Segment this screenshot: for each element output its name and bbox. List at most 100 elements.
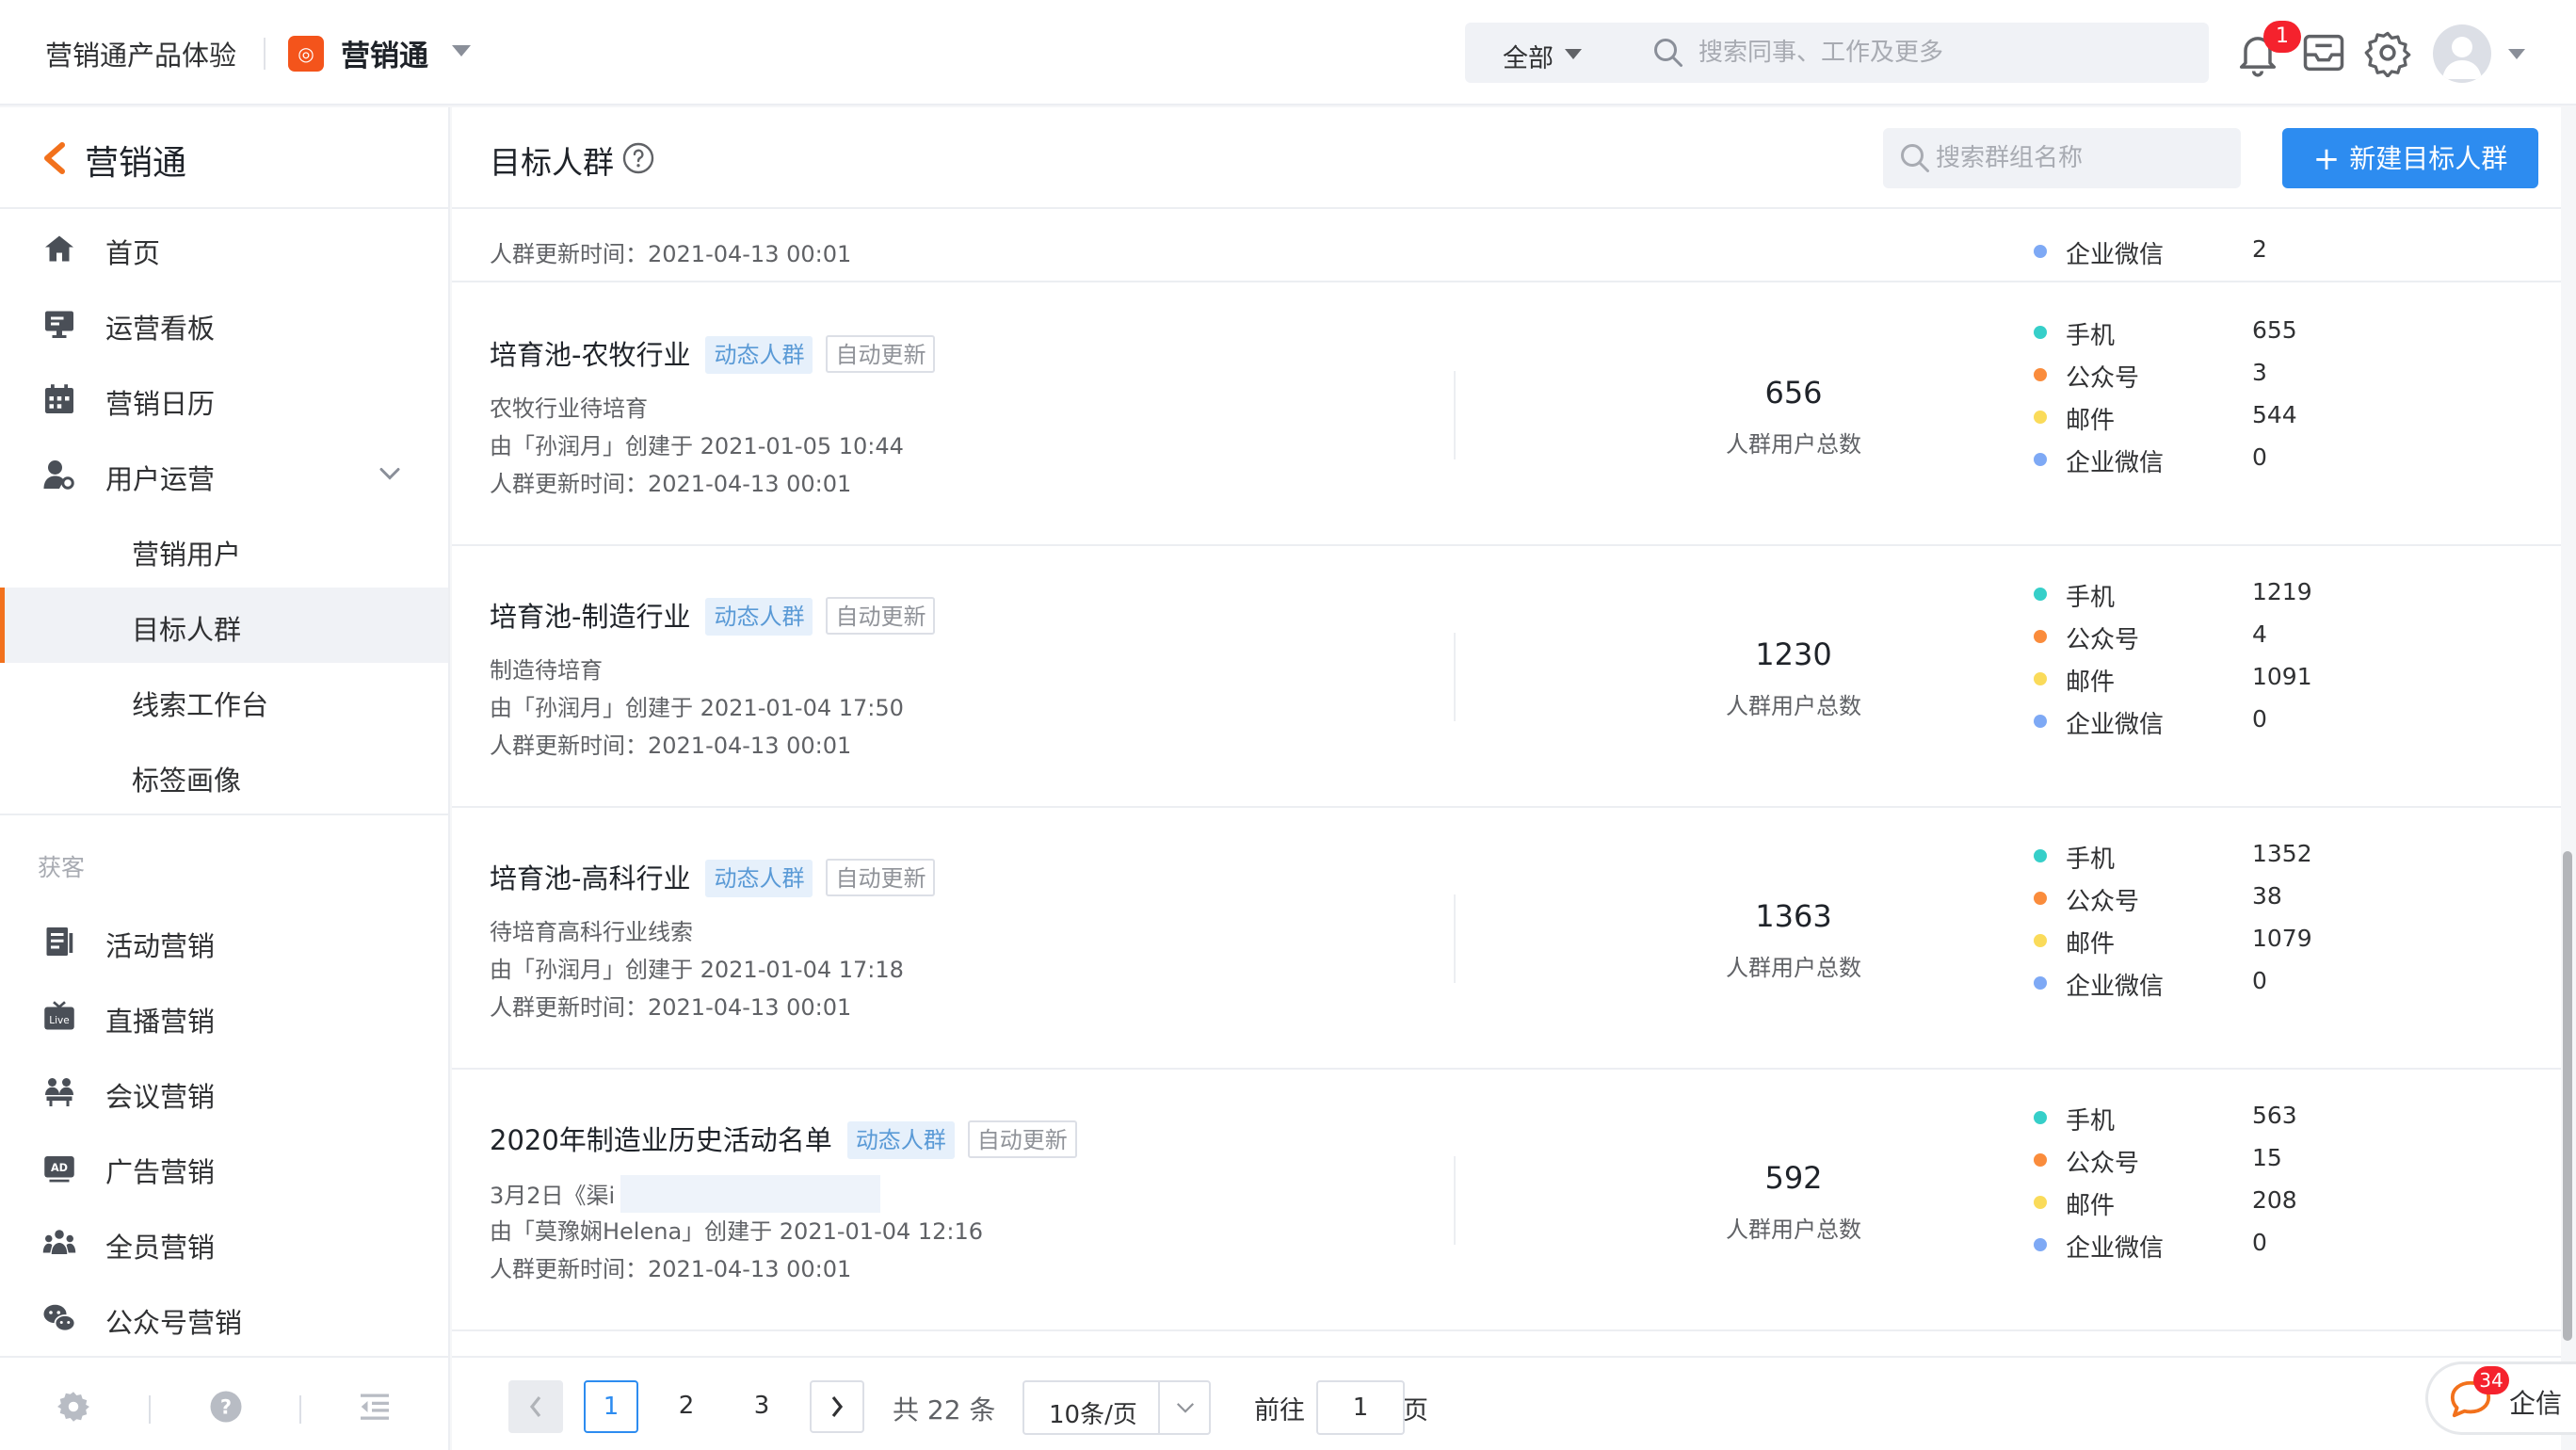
- group-name[interactable]: 2020年制造业历史活动名单 动态人群 自动更新: [490, 1119, 1077, 1159]
- scope-caret-icon[interactable]: [1565, 49, 1582, 59]
- channel-row-phone: 手机 1352: [2034, 838, 2467, 874]
- chevron-down-icon[interactable]: [378, 465, 401, 482]
- group-name[interactable]: 培育池-制造行业 动态人群 自动更新: [490, 595, 936, 636]
- svg-text:Live: Live: [49, 1015, 69, 1026]
- target-group-card[interactable]: 培育池-制造行业 动态人群 自动更新 制造待培育 由「孙润月」创建于 2021-01…: [452, 546, 2561, 808]
- channel-row-email: 邮件 544: [2034, 399, 2467, 435]
- prev-page-button[interactable]: [508, 1380, 563, 1433]
- group-name[interactable]: 培育池-农牧行业 动态人群 自动更新: [490, 333, 936, 374]
- svg-text:?: ?: [220, 1396, 232, 1419]
- page-1-button[interactable]: 1: [584, 1380, 638, 1433]
- sidebar-item-user-ops[interactable]: 用户运营: [0, 437, 448, 512]
- channel-row-email: 邮件 1079: [2034, 923, 2467, 959]
- channel-value: 655: [2252, 316, 2297, 344]
- group-name-text: 培育池-制造行业: [490, 601, 691, 633]
- channel-dot: [2034, 849, 2047, 862]
- dynamic-group-tag: 动态人群: [846, 1121, 955, 1159]
- sidebar-item-wechat[interactable]: 公众号营销: [0, 1281, 448, 1356]
- sidebar-item-activity[interactable]: 活动营销: [0, 904, 448, 979]
- help-circle-icon[interactable]: ?: [209, 1390, 243, 1424]
- group-name[interactable]: 培育池-高科行业 动态人群 自动更新: [490, 857, 936, 897]
- sidebar-item-label: 用户运营: [105, 463, 216, 495]
- sidebar-item-target-groups[interactable]: 目标人群: [0, 588, 448, 663]
- sidebar-header: 营销通: [0, 107, 448, 209]
- channel-row-wecom: 企业微信 0: [2034, 965, 2467, 1001]
- inbox-icon[interactable]: [2299, 28, 2348, 77]
- dynamic-group-tag: 动态人群: [705, 860, 813, 897]
- sidebar-item-marketing-users[interactable]: 营销用户: [0, 512, 448, 588]
- sidebar-item-label: 广告营销: [105, 1156, 216, 1188]
- auto-update-tag: 自动更新: [967, 1120, 1077, 1158]
- channel-value: 563: [2252, 1102, 2297, 1129]
- user-ops-icon: [43, 460, 74, 490]
- sidebar-item-ad[interactable]: AD 广告营销: [0, 1130, 448, 1205]
- qixin-chat-button[interactable]: 34 企信: [2425, 1361, 2576, 1435]
- goto-page-input[interactable]: [1316, 1380, 1405, 1435]
- channel-row-email: 邮件 1091: [2034, 661, 2467, 697]
- channel-label: 手机: [2066, 1107, 2116, 1136]
- group-name-text: 培育池-高科行业: [490, 862, 691, 894]
- sidebar-item-label: 标签画像: [132, 765, 242, 797]
- group-total-label: 人群用户总数: [1726, 693, 1861, 719]
- sidebar-item-calendar[interactable]: 营销日历: [0, 362, 448, 437]
- page-suffix: 页: [1403, 1396, 1428, 1426]
- sidebar-item-dashboard[interactable]: 运营看板: [0, 286, 448, 362]
- channel-value: 38: [2252, 882, 2282, 910]
- calendar-icon: [45, 384, 73, 413]
- sidebar-item-lead-workbench[interactable]: 线索工作台: [0, 663, 448, 738]
- avatar[interactable]: [2433, 24, 2491, 83]
- app-logo-icon[interactable]: ◎: [288, 36, 324, 72]
- page-size-select[interactable]: 10条/页: [1022, 1380, 1211, 1435]
- channel-dot: [2034, 453, 2047, 466]
- group-total-count: 1230: [1755, 636, 1832, 672]
- settings-icon[interactable]: [56, 1390, 90, 1424]
- group-description-text: 3月2日《渠i: [490, 1183, 616, 1209]
- auto-update-tag: 自动更新: [826, 859, 936, 896]
- chevron-right-icon: [831, 1396, 844, 1417]
- channel-label: 公众号: [2066, 364, 2140, 393]
- new-target-group-button[interactable]: + 新建目标人群: [2282, 128, 2538, 188]
- qixin-label: 企信: [2509, 1388, 2563, 1419]
- group-description: 农牧行业待培育: [490, 395, 648, 422]
- notification-badge: 1: [2263, 21, 2301, 53]
- sidebar-item-label: 目标人群: [132, 614, 242, 646]
- target-group-card[interactable]: 培育池-高科行业 动态人群 自动更新 待培育高科行业线索 由「孙润月」创建于 202…: [452, 808, 2561, 1070]
- channel-label: 公众号: [2066, 888, 2140, 916]
- channel-dot: [2034, 588, 2047, 601]
- global-search-input[interactable]: [1699, 32, 2188, 73]
- channel-label: 手机: [2066, 584, 2116, 612]
- global-search-bar: 全部: [1465, 23, 2209, 83]
- search-scope-select[interactable]: 全部: [1503, 38, 1554, 74]
- sidebar-item-tag-profile[interactable]: 标签画像: [0, 738, 448, 814]
- next-page-button[interactable]: [810, 1380, 864, 1433]
- back-chevron-icon[interactable]: [41, 141, 68, 175]
- page-2-button[interactable]: 2: [659, 1392, 714, 1420]
- search-icon: [1654, 39, 1682, 67]
- sidebar-item-label: 营销用户: [132, 539, 242, 571]
- page-3-button[interactable]: 3: [734, 1392, 789, 1420]
- auto-update-tag: 自动更新: [826, 335, 936, 373]
- sidebar-item-live[interactable]: Live 直播营销: [0, 979, 448, 1055]
- wechat-icon: [43, 1304, 76, 1332]
- target-group-card[interactable]: 培育池-农牧行业 动态人群 自动更新 农牧行业待培育 由「孙润月」创建于 2021-…: [452, 284, 2561, 546]
- brand-text[interactable]: 营销通产品体验: [45, 34, 236, 73]
- gear-icon[interactable]: [2363, 28, 2412, 77]
- team-icon: [42, 1230, 76, 1254]
- channel-dot: [2034, 368, 2047, 381]
- target-group-card[interactable]: 2020年制造业历史活动名单 动态人群 自动更新 3月2日《渠i 由「莫豫娴Hele…: [452, 1070, 2561, 1331]
- channel-value: 544: [2252, 401, 2297, 428]
- app-switch-caret-icon[interactable]: [452, 45, 471, 56]
- help-icon[interactable]: [621, 141, 655, 175]
- channel-row-phone: 手机 563: [2034, 1100, 2467, 1136]
- group-search-input[interactable]: [1936, 137, 2228, 179]
- sidebar-item-label: 活动营销: [105, 930, 216, 962]
- sidebar-divider: [0, 814, 448, 815]
- sidebar-item-team[interactable]: 全员营销: [0, 1205, 448, 1281]
- app-name[interactable]: 营销通: [341, 32, 428, 74]
- vertical-scrollbar[interactable]: [2563, 851, 2572, 1341]
- sidebar-item-meeting[interactable]: 会议营销: [0, 1055, 448, 1130]
- page-title: 目标人群: [490, 144, 614, 181]
- avatar-caret-icon[interactable]: [2508, 49, 2525, 59]
- sidebar-item-home[interactable]: 首页: [0, 211, 448, 286]
- collapse-menu-icon[interactable]: [358, 1390, 392, 1424]
